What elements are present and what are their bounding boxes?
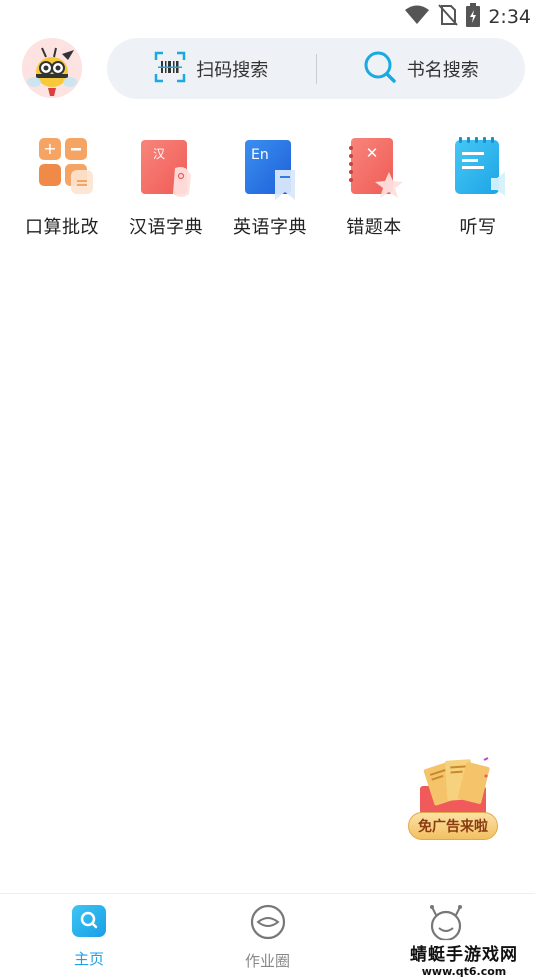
tool-english-dictionary[interactable]: En 英语字典 [218,134,322,239]
tool-chinese-dictionary[interactable]: 汉 汉语字典 [114,134,218,239]
battery-icon [466,3,481,31]
tool-mistake-notebook[interactable]: ✕ 错题本 [322,134,426,239]
wifi-icon [404,5,430,29]
x-mark-glyph: ✕ [366,144,379,162]
status-bar: 2:34 [0,0,535,34]
tool-label: 汉语字典 [129,217,203,238]
tool-dictation[interactable]: 听写 [426,134,530,239]
chinese-dictionary-icon: 汉 [131,134,201,204]
no-sim-icon [438,4,459,30]
book-name-search-label: 书名搜索 [406,59,479,81]
nav-home-label: 主页 [73,950,104,968]
site-watermark: 蜻蜓手游戏网 www.qt6.com [399,940,529,978]
tool-label: 口算批改 [25,217,99,238]
dictation-icon [443,134,513,204]
nav-homework-circle-label: 作业圈 [244,952,290,970]
bee-avatar-icon [22,38,82,98]
scan-search-label: 扫码搜索 [196,59,269,81]
tool-mental-arithmetic-check[interactable]: + 口算批改 [10,134,114,239]
scan-search-button[interactable]: 扫码搜索 [107,38,316,99]
barcode-scan-icon [154,51,186,87]
status-time: 2:34 [488,6,531,28]
tool-label: 听写 [459,217,497,238]
svg-text:+: + [43,139,56,158]
avatar[interactable] [22,38,82,98]
watermark-title: 蜻蜓手游戏网 [410,945,518,965]
search-icon [363,50,397,88]
tool-label: 错题本 [346,217,402,238]
no-ads-promo-label: 免广告来啦 [408,812,498,840]
no-ads-promo-button[interactable]: 免广告来啦 [404,756,500,844]
home-search-icon [71,904,107,942]
calculator-icon: + [27,134,97,204]
nav-home[interactable]: 主页 [0,894,178,978]
nav-homework-circle[interactable]: 作业圈 [179,894,357,978]
homework-circle-icon [250,904,286,944]
book-name-search-button[interactable]: 书名搜索 [317,38,526,99]
tool-label: 英语字典 [233,217,307,238]
app-screen: 2:34 扫码搜索 书名搜索 + 口算批改 汉 汉语字典 En 英语字典 ✕ 错… [0,0,535,978]
search-bar: 扫码搜索 书名搜索 [107,38,525,99]
english-dictionary-icon: En [235,134,305,204]
mistake-notebook-icon: ✕ [339,134,409,204]
tool-grid: + 口算批改 汉 汉语字典 En 英语字典 ✕ 错题本 听写 [10,134,530,239]
watermark-url: www.qt6.com [421,965,507,978]
han-glyph: 汉 [153,147,165,161]
en-glyph: En [251,147,269,163]
